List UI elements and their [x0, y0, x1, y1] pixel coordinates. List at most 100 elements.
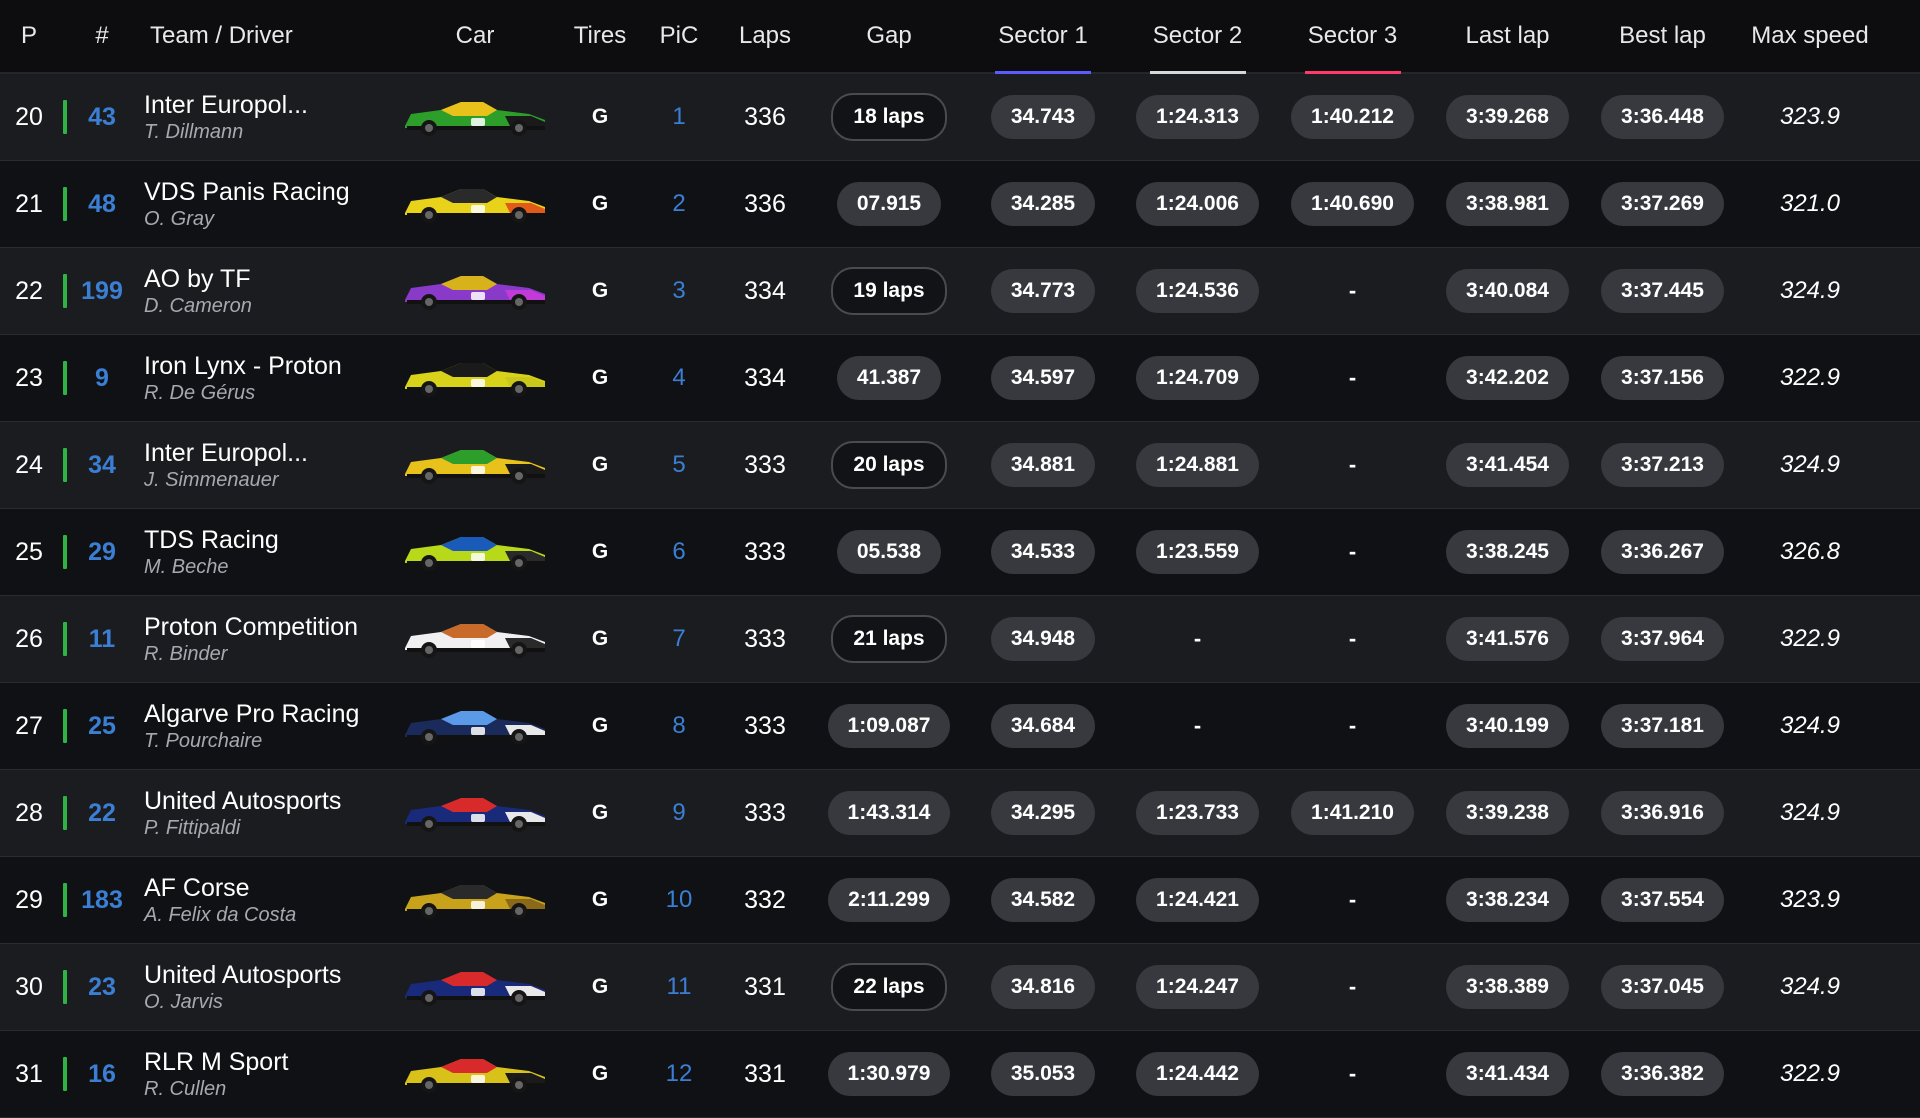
header-sector-1[interactable]: Sector 1 [966, 0, 1120, 74]
last-lap-time: 3:41.576 [1446, 617, 1569, 661]
laps: 336 [744, 102, 786, 131]
driver-name: J. Simmenauer [144, 469, 279, 491]
car-livery-icon [405, 276, 545, 310]
sector-2-underline [1149, 71, 1246, 74]
header-gap[interactable]: Gap [812, 0, 966, 72]
header-tires[interactable]: Tires [560, 0, 640, 72]
table-row[interactable]: 31 16 RLR M Sport R. Cullen G 12 331 1:3… [0, 1031, 1920, 1118]
max-speed: 322.9 [1779, 1060, 1841, 1087]
last-lap-time: 3:38.234 [1446, 878, 1569, 922]
sector-1-time: 34.773 [990, 269, 1096, 313]
table-row[interactable]: 30 23 United Autosports O. Jarvis G 11 3… [0, 944, 1920, 1031]
header-sector-3[interactable]: Sector 3 [1275, 0, 1430, 74]
table-header: P # Team / Driver Car Tires PiC Laps Gap… [0, 0, 1920, 74]
best-lap-time: 3:37.269 [1601, 182, 1724, 226]
table-row[interactable]: 24 34 Inter Europol... J. Simmenauer G 5… [0, 422, 1920, 509]
position: 28 [15, 798, 43, 827]
table-row[interactable]: 27 25 Algarve Pro Racing T. Pourchaire G [0, 683, 1920, 770]
last-lap-time: 3:38.389 [1446, 965, 1569, 1009]
sector-1-time: 34.533 [990, 530, 1096, 574]
sector-2-time: 1:24.709 [1136, 356, 1259, 400]
sector-1-time: 34.285 [990, 182, 1096, 226]
team-driver: Proton Competition R. Binder [144, 612, 358, 666]
driver-name: R. Binder [144, 643, 228, 665]
position-in-class: 10 [665, 886, 693, 913]
laps: 333 [744, 711, 786, 740]
gap: 19 laps [831, 267, 947, 315]
sector-2-time: 1:23.733 [1136, 791, 1259, 835]
table-row[interactable]: 25 29 TDS Racing M. Beche G 6 333 05.538… [0, 509, 1920, 596]
header-best-lap[interactable]: Best lap [1585, 0, 1740, 72]
team-driver: RLR M Sport R. Cullen [144, 1047, 288, 1101]
team-name: Algarve Pro Racing [144, 700, 360, 728]
table-row[interactable]: 21 48 VDS Panis Racing O. Gray G 2 336 0… [0, 161, 1920, 248]
gap: 1:43.314 [827, 791, 951, 835]
position: 21 [15, 189, 43, 218]
header-position-in-class[interactable]: PiC [640, 0, 718, 72]
last-lap-time: 3:41.454 [1446, 443, 1569, 487]
max-speed: 323.9 [1779, 103, 1841, 130]
position: 25 [15, 537, 43, 566]
car-livery-icon [405, 102, 545, 136]
sector-3-time: - [1348, 887, 1357, 912]
last-lap-time: 3:39.238 [1446, 791, 1569, 835]
table-row[interactable]: 29 183 AF Corse A. Felix da Costa G 10 3… [0, 857, 1920, 944]
team-name: AF Corse [144, 874, 250, 902]
table-row[interactable]: 22 199 AO by TF D. Cameron G 3 334 19 la… [0, 248, 1920, 335]
table-row[interactable]: 26 11 Proton Competition R. Binder G 7 3… [0, 596, 1920, 683]
header-max-speed[interactable]: Max speed [1740, 0, 1880, 72]
class-indicator-bar [63, 274, 67, 308]
header-last-lap[interactable]: Last lap [1430, 0, 1585, 72]
laps: 333 [744, 798, 786, 827]
tire-compound: G [591, 888, 609, 911]
sector-1-underline [995, 71, 1091, 74]
sector-3-time: - [1348, 365, 1357, 390]
header-position[interactable]: P [0, 0, 58, 72]
sector-3-time: - [1348, 539, 1357, 564]
sector-2-time: 1:24.536 [1136, 269, 1259, 313]
driver-name: R. Cullen [144, 1078, 227, 1100]
tire-compound: G [591, 366, 609, 389]
driver-name: M. Beche [144, 556, 229, 578]
position: 20 [15, 102, 43, 131]
class-indicator-bar [63, 535, 67, 569]
header-laps[interactable]: Laps [718, 0, 812, 72]
table-row[interactable]: 20 43 Inter Europol... T. Dillmann G 1 3… [0, 74, 1920, 161]
best-lap-time: 3:37.045 [1601, 965, 1724, 1009]
best-lap-time: 3:37.554 [1601, 878, 1724, 922]
table-row[interactable]: 23 9 Iron Lynx - Proton R. De Gérus G 4 … [0, 335, 1920, 422]
class-indicator-bar [63, 883, 67, 917]
best-lap-time: 3:37.156 [1601, 356, 1724, 400]
car-number: 9 [95, 363, 109, 392]
max-speed: 324.9 [1779, 973, 1841, 1000]
sector-2-time: 1:24.247 [1136, 965, 1259, 1009]
class-indicator-bar [63, 622, 67, 656]
max-speed: 324.9 [1779, 451, 1841, 478]
position-in-class: 5 [672, 451, 686, 478]
header-sector-2[interactable]: Sector 2 [1120, 0, 1275, 74]
header-team-driver[interactable]: Team / Driver [132, 0, 390, 72]
sector-1-time: 34.597 [990, 356, 1096, 400]
sector-3-time: - [1348, 974, 1357, 999]
sector-3-underline [1304, 71, 1401, 74]
class-indicator-bar [63, 796, 67, 830]
sector-1-time: 34.881 [990, 443, 1096, 487]
team-driver: Inter Europol... J. Simmenauer [144, 438, 308, 492]
driver-name: P. Fittipaldi [144, 817, 241, 839]
gap: 07.915 [836, 182, 942, 226]
header-car[interactable]: Car [390, 0, 560, 72]
sector-2-time: - [1193, 626, 1202, 651]
class-indicator-bar [63, 709, 67, 743]
position: 30 [15, 972, 43, 1001]
table-row[interactable]: 28 22 United Autosports P. Fittipaldi G [0, 770, 1920, 857]
header-car-number[interactable]: # [72, 0, 132, 72]
position: 27 [15, 711, 43, 740]
position-in-class: 9 [672, 799, 686, 826]
sector-2-time: 1:24.421 [1136, 878, 1259, 922]
table-body: 20 43 Inter Europol... T. Dillmann G 1 3… [0, 74, 1920, 1118]
gap: 22 laps [831, 963, 947, 1011]
car-livery-icon [405, 1059, 545, 1093]
team-name: Inter Europol... [144, 91, 308, 119]
position: 24 [15, 450, 43, 479]
max-speed: 321.0 [1779, 190, 1841, 217]
